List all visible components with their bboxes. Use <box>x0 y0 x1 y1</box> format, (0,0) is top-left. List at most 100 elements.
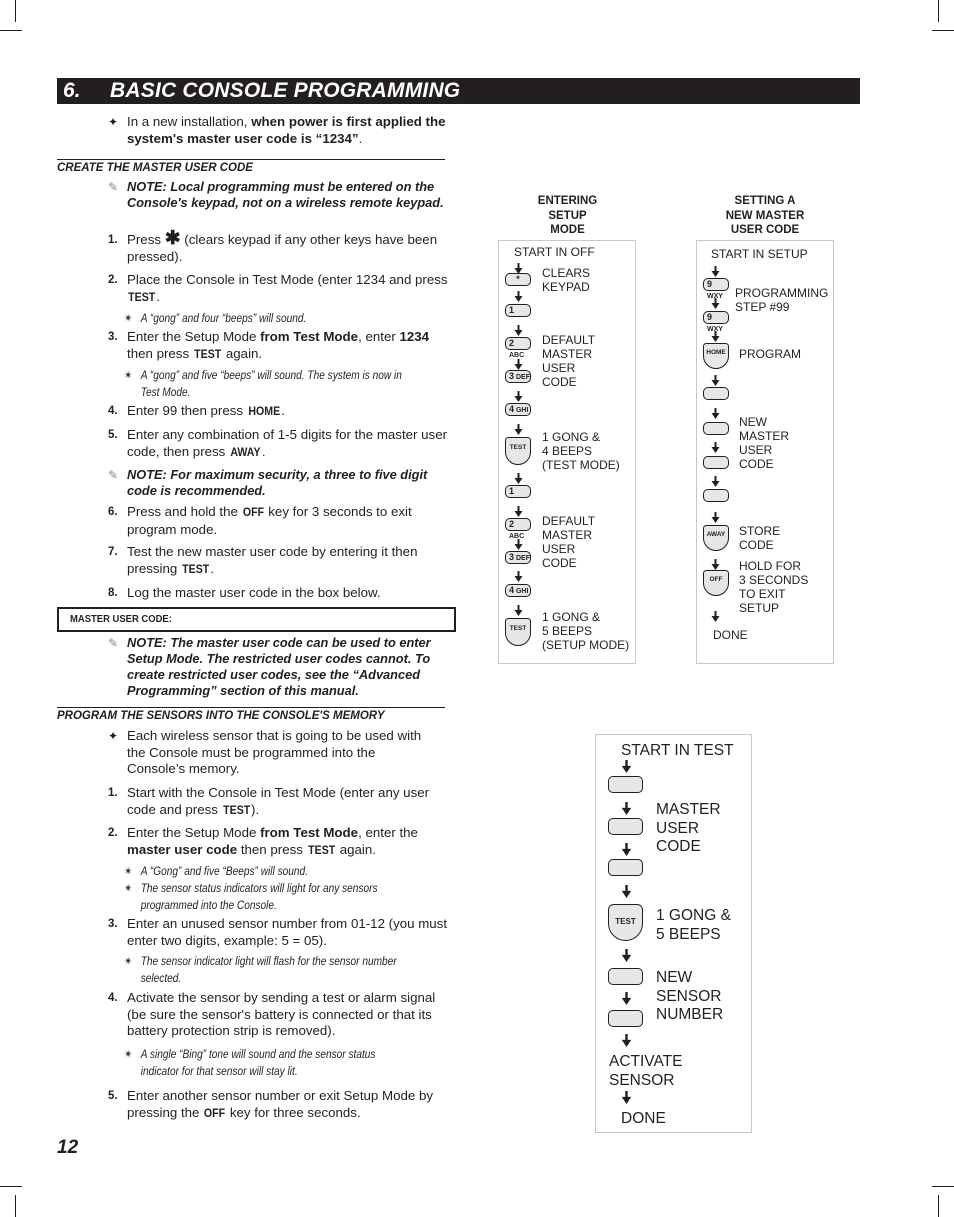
label-line: CODE <box>739 457 774 471</box>
label-default-code: DEFAULT MASTER USER CODE <box>542 514 595 570</box>
label-line: CODE <box>542 556 577 570</box>
sub-note-text: A “Gong” and five “Beeps” will sound. <box>140 866 308 878</box>
note-security: ✎ NOTE: For maximum security, a three to… <box>108 467 448 499</box>
down-arrow-icon <box>514 603 523 616</box>
sub-note: ✴ The sensor status indicators will ligh… <box>124 881 406 914</box>
asterisk-icon: ✴ <box>124 956 133 968</box>
step-text: Start with the Console in Test Mode (ent… <box>127 785 430 817</box>
sensor-step-5: 5. Enter another sensor number or exit S… <box>108 1088 448 1122</box>
step-text: Press and hold the <box>127 504 242 519</box>
step-5: 5. Enter any combination of 1-5 digits f… <box>108 427 448 461</box>
down-arrow-icon <box>514 471 523 484</box>
label-line: MASTER <box>542 528 593 542</box>
down-arrow-icon <box>621 949 632 962</box>
crop-mark <box>0 30 22 31</box>
heading-line: USER CODE <box>730 224 800 236</box>
key-1: 1 <box>505 304 531 317</box>
label-line: ACTIVATE <box>609 1053 683 1070</box>
step-number: 6. <box>108 506 118 518</box>
asterisk-icon: ✴ <box>124 883 133 895</box>
sensor-step-4: 4. Activate the sensor by sending a test… <box>108 990 448 1040</box>
down-arrow-icon <box>514 323 523 336</box>
flow-start-label: START IN TEST <box>621 742 734 759</box>
note-text: NOTE: For maximum security, a three to f… <box>127 467 428 498</box>
crop-mark <box>15 1195 16 1217</box>
key-3: 3 DEF <box>505 370 531 383</box>
key-digit: 3 <box>509 552 515 562</box>
crop-mark <box>0 1186 22 1187</box>
intro-bullet: ✦ In a new installation, when power is f… <box>108 114 448 147</box>
key-test: TEST <box>608 904 643 941</box>
down-arrow-icon <box>621 760 632 773</box>
step-2: 2. Place the Console in Test Mode (enter… <box>108 272 448 306</box>
down-arrow-icon <box>711 264 720 277</box>
label-line: (SETUP MODE) <box>542 638 630 652</box>
create-master-heading: CREATE THE MASTER USER CODE <box>57 159 445 174</box>
step-text: Enter 99 then press <box>127 403 247 418</box>
label-line: CODE <box>542 375 577 389</box>
label-line: STEP #99 <box>735 300 790 314</box>
step-text: . <box>281 403 285 418</box>
label-line: DEFAULT <box>542 333 596 347</box>
down-arrow-icon <box>621 1091 632 1104</box>
label-line: MASTER <box>542 347 593 361</box>
label-done: DONE <box>713 628 748 642</box>
bullet-icon: ✦ <box>108 115 119 129</box>
step-number: 5. <box>108 429 118 441</box>
pencil-icon: ✎ <box>108 468 119 482</box>
down-arrow-icon <box>621 992 632 1005</box>
label-line: 1 GONG & <box>542 610 601 624</box>
sub-note: ✴ The sensor indicator light will flash … <box>124 954 406 987</box>
step-text: , enter <box>358 329 400 344</box>
down-arrow-icon <box>514 569 523 582</box>
key-blank <box>608 776 643 793</box>
sensors-heading: PROGRAM THE SENSORS INTO THE CONSOLE'S M… <box>57 707 445 722</box>
step-text: . <box>156 288 161 304</box>
crop-mark <box>932 1186 954 1187</box>
label-line: SENSOR <box>609 1071 675 1089</box>
flow-setup-heading: ENTERING SETUP MODE <box>510 194 625 238</box>
step-text: . <box>261 443 266 459</box>
step-text: . <box>210 560 215 576</box>
key-2: 2 ABC <box>505 337 531 359</box>
heading-line: SETTING A <box>734 195 796 207</box>
step-number: 3. <box>108 331 118 343</box>
down-arrow-icon <box>621 1034 632 1047</box>
step-text: ). <box>251 801 260 817</box>
sub-note: ✴ A “gong” and five “beeps” will sound. … <box>124 368 406 401</box>
label-done: DONE <box>621 1110 666 1127</box>
step-number: 5. <box>108 1090 118 1102</box>
label-gong-5-beeps: 1 GONG & 5 BEEPS (SETUP MODE) <box>542 610 629 652</box>
crop-mark <box>938 1195 939 1217</box>
down-arrow-icon <box>514 537 523 550</box>
pencil-icon: ✎ <box>108 636 119 650</box>
down-arrow-icon <box>514 289 523 302</box>
key-digit: 9 <box>707 279 713 289</box>
down-arrow-icon <box>514 357 523 370</box>
label-line: USER <box>542 542 576 556</box>
key-blank <box>608 818 643 835</box>
down-arrow-icon <box>514 389 523 402</box>
crop-mark <box>932 30 954 31</box>
flow-start-label: START IN OFF <box>514 245 595 259</box>
label-line: STORE <box>739 524 781 538</box>
key-9: 9 WXY <box>703 278 729 300</box>
key-name: OFF <box>204 1107 226 1120</box>
step-number: 2. <box>108 274 118 286</box>
down-arrow-icon <box>711 329 720 342</box>
sub-note-text: The sensor status indicators will light … <box>140 883 378 912</box>
step-bold: master user code <box>127 841 238 857</box>
note-text: NOTE: Local programming must be entered … <box>127 179 444 210</box>
label-line: CODE <box>656 838 701 855</box>
heading-line: ENTERING <box>537 195 598 207</box>
label-master-user-code: MASTER USER CODE <box>656 801 721 857</box>
master-user-code-field[interactable]: MASTER USER CODE: <box>57 607 456 632</box>
label-line: DEFAULT <box>542 514 596 528</box>
key-blank <box>703 387 729 400</box>
step-number: 1. <box>108 787 118 799</box>
sensor-step-3: 3. Enter an unused sensor number from 01… <box>108 916 448 949</box>
sub-note-text: The sensor indicator light will flash fo… <box>140 956 397 985</box>
label-default-code: DEFAULT MASTER USER CODE <box>542 333 595 389</box>
down-arrow-icon <box>711 440 720 453</box>
crop-mark <box>938 0 939 22</box>
